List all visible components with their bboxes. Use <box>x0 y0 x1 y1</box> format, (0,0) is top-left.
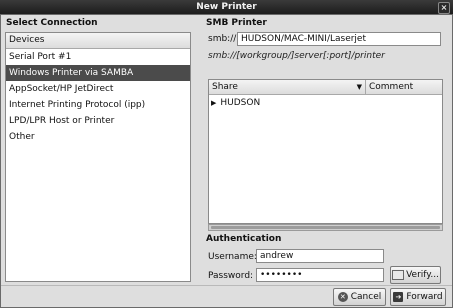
share-tree[interactable]: Share ▼ Comment ▶ HUDSON <box>208 79 443 224</box>
username-label: Username: <box>208 252 257 262</box>
connection-list-item[interactable]: Windows Printer via SAMBA <box>6 65 190 81</box>
connection-list-item[interactable]: Internet Printing Protocol (ipp) <box>6 97 190 113</box>
smb-printer-heading: SMB Printer <box>206 18 267 28</box>
verify-label: Verify... <box>406 270 439 280</box>
password-input[interactable]: •••••••• <box>256 268 384 282</box>
window-titlebar: New Printer × <box>0 0 453 14</box>
cancel-button[interactable]: ✕ Cancel <box>333 288 386 306</box>
cancel-icon: ✕ <box>337 291 348 302</box>
smb-path-input[interactable]: HUDSON/MAC-MINI/Laserjet <box>237 32 441 46</box>
share-column-header[interactable]: Share ▼ <box>209 80 366 94</box>
authentication-heading: Authentication <box>206 234 282 244</box>
connection-list[interactable]: Devices Serial Port #1 Windows Printer vi… <box>5 32 191 282</box>
share-tree-header: Share ▼ Comment <box>209 80 442 95</box>
share-column-label: Share <box>212 82 238 92</box>
forward-button[interactable]: ➔ Forward <box>390 288 446 306</box>
select-connection-heading: Select Connection <box>6 18 98 28</box>
comment-column-label: Comment <box>369 82 414 92</box>
connection-list-item[interactable]: Serial Port #1 <box>6 49 190 65</box>
comment-column-header[interactable]: Comment <box>366 80 444 94</box>
password-label: Password: <box>208 271 254 281</box>
connection-list-item[interactable]: Other <box>6 129 190 145</box>
verify-button[interactable]: Verify... <box>390 266 441 284</box>
forward-label: Forward <box>406 292 443 302</box>
dialog-body: Select Connection Devices Serial Port #1… <box>0 14 453 308</box>
share-row-label: HUDSON <box>220 98 261 108</box>
verify-icon <box>392 269 405 280</box>
window-title: New Printer <box>196 2 257 12</box>
scrollbar-thumb[interactable] <box>211 226 440 229</box>
footer-separator <box>1 285 452 286</box>
smb-prefix-label: smb:// <box>208 34 237 44</box>
cancel-label: Cancel <box>350 292 382 302</box>
forward-arrow-icon: ➔ <box>393 291 404 302</box>
devices-column-header[interactable]: Devices <box>6 33 190 49</box>
share-tree-scrollbar[interactable] <box>208 224 443 231</box>
connection-list-item[interactable]: LPD/LPR Host or Printer <box>6 113 190 129</box>
close-icon[interactable]: × <box>438 2 450 14</box>
share-row-hudson[interactable]: ▶ HUDSON <box>211 97 260 109</box>
triangle-right-icon[interactable]: ▶ <box>211 99 216 107</box>
connection-list-item[interactable]: AppSocket/HP JetDirect <box>6 81 190 97</box>
chevron-down-icon: ▼ <box>356 83 362 91</box>
username-input[interactable]: andrew <box>256 249 384 263</box>
smb-format-hint: smb://[workgroup/]server[:port]/printer <box>208 51 385 61</box>
